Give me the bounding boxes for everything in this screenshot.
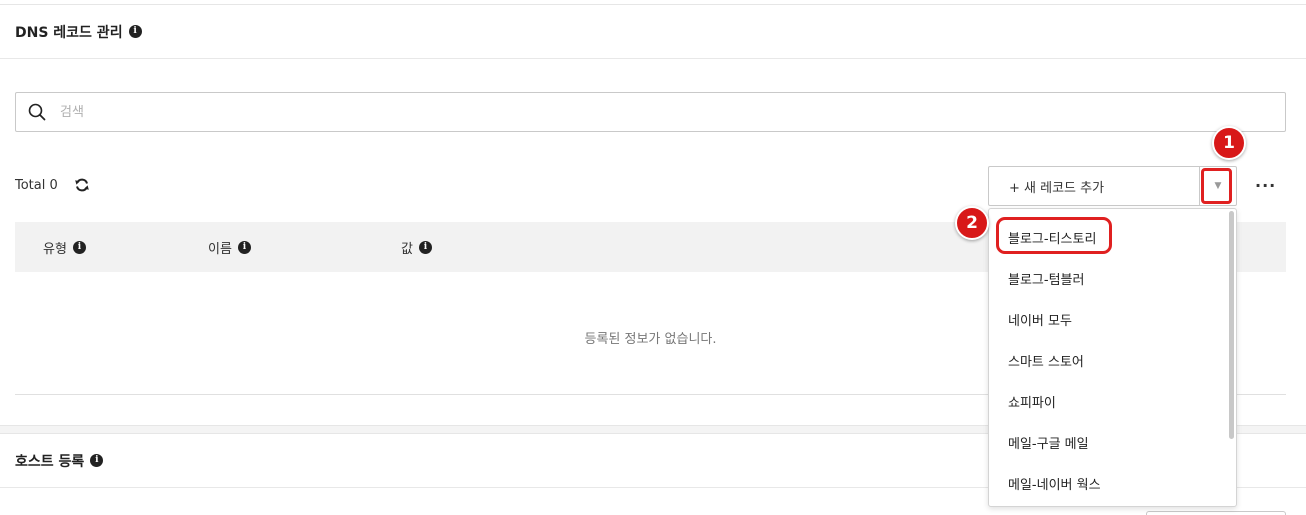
host-section-title: 호스트 등록	[15, 453, 85, 470]
info-icon[interactable]: i	[418, 240, 432, 254]
column-header-label: 이름	[208, 241, 232, 257]
info-icon[interactable]: i	[237, 240, 251, 254]
total-row: Total 0	[15, 177, 90, 193]
total-count: Total 0	[15, 177, 58, 193]
more-options-button[interactable]: ···	[1255, 176, 1276, 195]
callout-badge-step-2: 2	[955, 206, 989, 240]
info-icon[interactable]: i	[128, 25, 142, 38]
record-template-dropdown: 블로그-티스토리 블로그-텀블러 네이버 모두 스마트 스토어 쇼피파이 메일-…	[988, 208, 1237, 507]
refresh-icon[interactable]	[74, 177, 90, 193]
add-record-split-button: + 새 레코드 추가 ▼	[988, 166, 1237, 206]
dropdown-item-mail-google[interactable]: 메일-구글 메일	[989, 422, 1227, 463]
column-header-value: 값 i	[401, 222, 432, 272]
search-box[interactable]	[15, 92, 1286, 132]
info-icon[interactable]: i	[90, 454, 104, 467]
column-header-label: 값	[401, 241, 413, 257]
info-icon[interactable]: i	[72, 240, 86, 254]
dropdown-toggle-button[interactable]: ▼	[1199, 167, 1236, 205]
column-header-label: 유형	[43, 241, 67, 257]
dns-section-header: DNS 레코드 관리 i	[0, 5, 1306, 59]
dns-section-title: DNS 레코드 관리	[15, 24, 123, 41]
chevron-down-icon: ▼	[1214, 181, 1222, 191]
dropdown-item-blog-tistory[interactable]: 블로그-티스토리	[989, 217, 1227, 258]
dropdown-scrollbar[interactable]	[1229, 211, 1234, 439]
search-icon	[28, 103, 46, 121]
callout-badge-step-1: 1	[1212, 126, 1246, 160]
host-action-button[interactable]	[1146, 511, 1286, 515]
add-record-button[interactable]: + 새 레코드 추가	[989, 167, 1199, 205]
dropdown-item-blog-tumblr[interactable]: 블로그-텀블러	[989, 258, 1227, 299]
column-header-type: 유형 i	[43, 222, 86, 272]
dropdown-item-mail-naver-works[interactable]: 메일-네이버 웍스	[989, 463, 1227, 504]
search-input[interactable]	[60, 104, 1210, 120]
dropdown-item-shopify[interactable]: 쇼피파이	[989, 381, 1227, 422]
dropdown-item-naver-modoo[interactable]: 네이버 모두	[989, 299, 1227, 340]
column-header-name: 이름 i	[208, 222, 251, 272]
dropdown-item-smart-store[interactable]: 스마트 스토어	[989, 340, 1227, 381]
